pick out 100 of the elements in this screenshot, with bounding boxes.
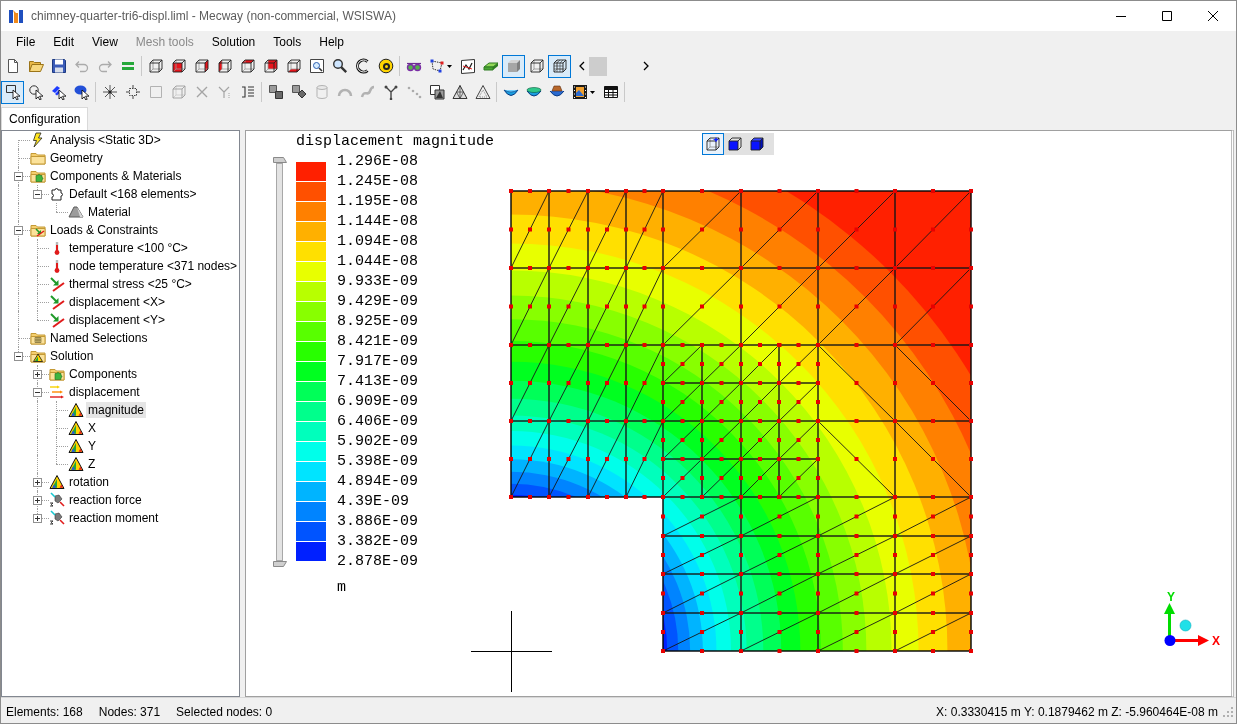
chevron-left-icon[interactable] (579, 61, 585, 71)
tree-item[interactable]: X (86, 420, 98, 436)
legend-value: 5.398E-09 (337, 452, 418, 472)
polygon-icon[interactable] (429, 58, 445, 74)
menu-item[interactable]: File (7, 32, 45, 52)
collapse-icon[interactable] (14, 171, 23, 181)
tree-item[interactable]: reaction force (67, 492, 144, 508)
tree-item[interactable]: displacement (67, 384, 142, 400)
arrow-line-icon (49, 276, 65, 292)
legend-value: 8.925E-09 (337, 312, 418, 332)
legend-title: displacement magnitude (296, 132, 495, 152)
legend-value: 1.245E-08 (337, 172, 418, 192)
tree-item[interactable]: thermal stress <25 °C> (67, 276, 194, 292)
tree-item[interactable]: Default <168 elements> (67, 186, 199, 202)
legend-value: 6.909E-09 (337, 392, 418, 412)
contour-triangle-icon (49, 474, 65, 490)
legend-value: 7.413E-09 (337, 372, 418, 392)
sphere-icon (1179, 619, 1192, 632)
film-strip-icon[interactable] (572, 84, 588, 100)
folder-puzzle-icon (30, 168, 46, 184)
legend-value: 2.878E-09 (337, 552, 418, 572)
origin-dot-icon (1164, 635, 1176, 646)
expand-icon[interactable] (33, 513, 42, 523)
legend-value: 5.902E-09 (337, 432, 418, 452)
cursor-coordinates: X: 0.3330415 m Y: 0.1879462 m Z: -5.960464E-08 m (936, 705, 1218, 719)
contour-triangle-icon (68, 402, 84, 418)
range-slider-track[interactable] (276, 163, 283, 561)
contour-triangle-icon (68, 438, 84, 454)
menu-item[interactable]: Tools (264, 32, 311, 52)
lightning-icon (30, 132, 46, 148)
legend-value: 3.886E-09 (337, 512, 418, 532)
legend-value: 7.917E-09 (337, 352, 418, 372)
close-icon[interactable] (1208, 11, 1218, 21)
arrow-line-icon (49, 294, 65, 310)
legend-value: 1.094E-08 (337, 232, 418, 252)
folder-puzzle-icon (49, 366, 65, 382)
legend-value: 1.296E-08 (337, 152, 418, 172)
legend-value: 6.406E-09 (337, 412, 418, 432)
arrows-icon (49, 384, 65, 400)
legend-unit: m (337, 578, 346, 598)
window-title: chimney-quarter-tri6-displ.liml - Mecway (non-commercial, WSISWA) (31, 9, 396, 23)
slider-handle[interactable] (273, 561, 287, 567)
menu-item[interactable]: Edit (44, 32, 84, 52)
expand-icon[interactable] (33, 477, 42, 487)
folder-icon (30, 150, 46, 166)
maximize-icon[interactable] (1162, 11, 1172, 21)
crosshair-icon (471, 611, 552, 692)
tree-item[interactable]: node temperature <371 nodes> (67, 258, 239, 274)
puzzle-piece-icon (49, 186, 65, 202)
menu-item[interactable]: View (83, 32, 127, 52)
chevron-right-icon[interactable] (643, 61, 649, 71)
tree-item[interactable]: displacement <X> (67, 294, 168, 310)
tree-item[interactable]: Components (67, 366, 140, 382)
force-arrows-icon (49, 510, 65, 526)
arrow-line-icon (49, 312, 65, 328)
legend-value: 1.144E-08 (337, 212, 418, 232)
tree-item[interactable]: reaction moment (67, 510, 161, 526)
tree-item[interactable]: Y (86, 438, 98, 454)
tree-item[interactable]: magnitude (86, 402, 147, 418)
expand-icon[interactable] (33, 495, 42, 505)
legend-value: 3.382E-09 (337, 532, 418, 552)
axis-label: Y (1167, 590, 1175, 604)
axis-label: X (1212, 634, 1220, 648)
tree-item[interactable]: temperature <100 °C> (67, 240, 190, 256)
collapse-icon[interactable] (14, 225, 23, 235)
menu-item[interactable]: Solution (202, 32, 265, 52)
expand-icon[interactable] (33, 369, 42, 379)
tree-item[interactable]: Loads & Constraints (48, 222, 161, 238)
tree-item[interactable]: displacement <Y> (67, 312, 168, 328)
caret-icon[interactable] (447, 64, 452, 68)
legend-value: 4.39E-09 (337, 492, 410, 512)
status-text: Selected nodes: 0 (176, 705, 273, 719)
tab[interactable]: Configuration (1, 107, 89, 130)
collapse-icon[interactable] (14, 351, 23, 361)
force-arrows-icon (49, 492, 65, 508)
tree-item[interactable]: Analysis <Static 3D> (48, 132, 163, 148)
collapse-icon[interactable] (33, 189, 42, 199)
folder-grid-icon (30, 330, 46, 346)
legend-value: 8.421E-09 (337, 332, 418, 352)
caret-icon[interactable] (590, 90, 595, 94)
scroll-thumb[interactable] (589, 56, 607, 76)
status-text: Elements: 168 (6, 705, 83, 719)
folder-arrow-icon (30, 222, 46, 238)
legend-value: 1.195E-08 (337, 192, 418, 212)
tree-item[interactable]: Z (86, 456, 98, 472)
status-text: Nodes: 371 (98, 705, 161, 719)
collapse-icon[interactable] (33, 387, 42, 397)
legend-value: 9.933E-09 (337, 272, 418, 292)
tree-item[interactable]: rotation (67, 474, 112, 490)
menu-item[interactable]: Help (310, 32, 353, 52)
tree-item[interactable]: Geometry (48, 150, 105, 166)
tree-item[interactable]: Solution (48, 348, 96, 364)
contour-triangle-icon (68, 420, 84, 436)
legend-value: 4.894E-09 (337, 472, 418, 492)
tree-item[interactable]: Named Selections (48, 330, 150, 346)
tree-item[interactable]: Components & Materials (48, 168, 184, 184)
tree-item[interactable]: Material (86, 204, 133, 220)
slider-handle[interactable] (273, 157, 287, 163)
size-grip-icon[interactable] (1222, 706, 1234, 718)
minimize-icon[interactable] (1116, 15, 1126, 17)
